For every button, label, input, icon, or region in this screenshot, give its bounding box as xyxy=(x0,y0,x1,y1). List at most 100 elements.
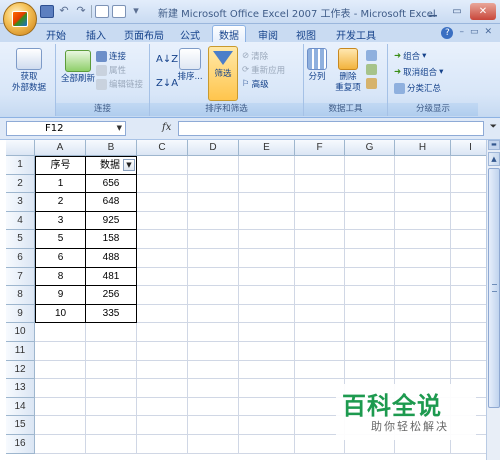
cell[interactable]: 9 xyxy=(35,286,86,305)
cell[interactable] xyxy=(188,397,239,417)
text-to-columns-button[interactable]: 分列 xyxy=(304,48,330,83)
ribbon-minimize-icon[interactable]: – xyxy=(459,27,464,39)
close-button[interactable]: ✕ xyxy=(470,3,496,20)
cell[interactable]: 3 xyxy=(35,211,86,231)
tab-data[interactable]: 数据 xyxy=(212,25,246,43)
cell[interactable] xyxy=(188,416,239,435)
customize-toolbar-icon[interactable]: ▾ xyxy=(129,5,143,18)
cell[interactable] xyxy=(295,323,345,342)
tab-page-layout[interactable]: 页面布局 xyxy=(118,26,170,42)
cell[interactable] xyxy=(188,360,239,380)
cell[interactable] xyxy=(239,379,295,398)
advanced-filter-button[interactable]: ⚐ 高级 xyxy=(242,78,269,90)
cell[interactable] xyxy=(295,286,345,305)
row-header[interactable]: 5 xyxy=(6,230,35,249)
cell[interactable]: 5 xyxy=(35,230,86,249)
subtotal-button[interactable]: 分类汇总 xyxy=(394,82,441,94)
cell[interactable] xyxy=(395,249,451,268)
cell[interactable] xyxy=(137,435,188,454)
cell[interactable] xyxy=(188,267,239,287)
cell[interactable] xyxy=(188,211,239,231)
column-header-e[interactable]: E xyxy=(239,140,295,156)
data-validation-button[interactable] xyxy=(366,50,377,61)
cell[interactable] xyxy=(86,397,137,417)
cell[interactable] xyxy=(188,323,239,342)
cell[interactable]: 656 xyxy=(86,174,137,194)
cell[interactable] xyxy=(137,304,188,324)
cell[interactable]: 2 xyxy=(35,193,86,212)
cell[interactable] xyxy=(239,156,295,175)
cell[interactable]: 6 xyxy=(35,249,86,268)
cell[interactable] xyxy=(345,267,395,287)
cell[interactable] xyxy=(86,342,137,361)
cell[interactable]: 481 xyxy=(86,267,137,287)
cell[interactable] xyxy=(395,156,451,175)
cell[interactable] xyxy=(137,156,188,175)
name-box-dropdown-icon[interactable]: ▼ xyxy=(117,122,122,135)
cell[interactable] xyxy=(451,361,486,380)
cell[interactable] xyxy=(239,230,295,249)
cell[interactable] xyxy=(137,397,188,417)
cell[interactable] xyxy=(295,211,345,231)
cell[interactable] xyxy=(188,342,239,361)
column-header-i[interactable]: I xyxy=(451,140,486,156)
filter-button[interactable]: 筛选 xyxy=(208,46,238,101)
cell[interactable] xyxy=(137,230,188,249)
cell[interactable] xyxy=(86,379,137,398)
column-header-a[interactable]: A xyxy=(35,140,86,156)
remove-duplicates-button[interactable]: 删除 重复项 xyxy=(332,48,364,94)
redo-icon[interactable]: ↷ xyxy=(74,5,88,18)
cell[interactable] xyxy=(86,435,137,454)
tab-view[interactable]: 视图 xyxy=(290,26,322,42)
row-header[interactable]: 7 xyxy=(6,267,35,287)
cell[interactable] xyxy=(188,379,239,398)
cell[interactable]: 648 xyxy=(86,193,137,212)
cell[interactable]: 335 xyxy=(86,304,137,324)
column-header-d[interactable]: D xyxy=(188,140,239,156)
cell[interactable] xyxy=(188,156,239,175)
minimize-button[interactable]: ▁ xyxy=(422,3,444,20)
cell[interactable] xyxy=(451,286,486,305)
get-external-data-button[interactable]: 获取 外部数据 xyxy=(8,48,50,94)
cell[interactable] xyxy=(239,397,295,417)
scroll-up-button[interactable]: ▲ xyxy=(488,152,500,166)
cell[interactable] xyxy=(239,174,295,194)
row-header[interactable]: 4 xyxy=(6,211,35,231)
row-header[interactable]: 14 xyxy=(6,397,35,417)
cell[interactable] xyxy=(345,230,395,249)
cell[interactable] xyxy=(188,435,239,454)
cell[interactable] xyxy=(35,323,86,342)
cell[interactable]: 488 xyxy=(86,249,137,268)
cell[interactable] xyxy=(137,193,188,212)
group-button[interactable]: ➜ 组合 ▾ xyxy=(394,50,426,62)
cell[interactable] xyxy=(239,323,295,342)
cell[interactable] xyxy=(137,360,188,380)
row-header[interactable]: 6 xyxy=(6,249,35,268)
tab-insert[interactable]: 插入 xyxy=(80,26,112,42)
cell[interactable] xyxy=(137,342,188,361)
filter-dropdown-icon[interactable]: ▼ xyxy=(123,159,135,171)
cell[interactable] xyxy=(239,416,295,435)
cell[interactable] xyxy=(345,360,395,380)
row-header[interactable]: 10 xyxy=(6,323,35,342)
cell[interactable] xyxy=(35,379,86,398)
column-header-f[interactable]: F xyxy=(295,140,345,156)
column-header-c[interactable]: C xyxy=(137,140,188,156)
cell[interactable] xyxy=(295,230,345,249)
cell[interactable] xyxy=(239,342,295,361)
insert-function-icon[interactable]: fx xyxy=(162,122,171,133)
formula-input[interactable] xyxy=(178,121,484,136)
row-header[interactable]: 9 xyxy=(6,304,35,324)
tab-home[interactable]: 开始 xyxy=(40,26,72,42)
cell[interactable] xyxy=(35,416,86,435)
scroll-thumb[interactable] xyxy=(488,168,500,408)
cell[interactable] xyxy=(451,342,486,361)
tab-developer[interactable]: 开发工具 xyxy=(330,26,382,42)
row-header[interactable]: 16 xyxy=(6,435,35,454)
reapply-button[interactable]: ⟳ 重新应用 xyxy=(242,64,285,76)
split-box[interactable]: ▬ xyxy=(488,140,500,150)
row-header[interactable]: 2 xyxy=(6,174,35,194)
cell[interactable] xyxy=(395,360,451,380)
row-header[interactable]: 15 xyxy=(6,416,35,435)
cell[interactable] xyxy=(295,249,345,268)
